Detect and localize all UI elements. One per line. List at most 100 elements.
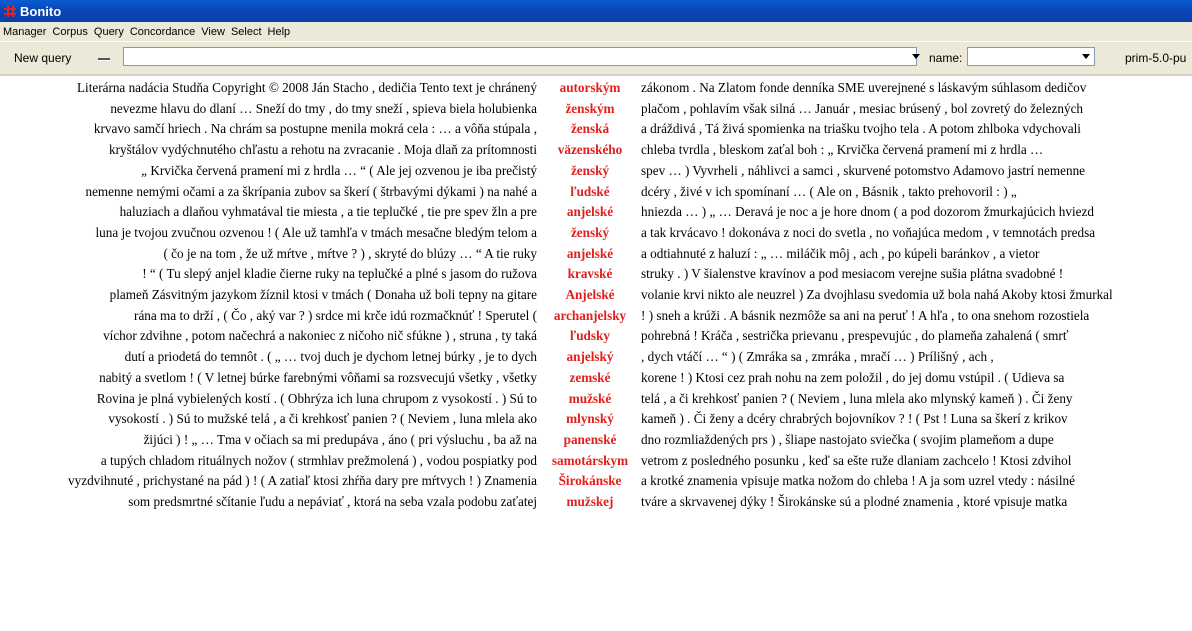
concordance-left-context: som predsmrtné sčítanie ľudu a nepáviať … <box>128 494 537 509</box>
concordance-row[interactable]: víchor zdvihne , potom načechrá a nakoni… <box>0 326 1192 346</box>
concordance-left-context: Rovina je plná vybielených kostí . ( Obh… <box>96 390 537 406</box>
concordance-row[interactable]: a tupých chladom rituálnych nožov ( strm… <box>0 451 1192 471</box>
concordance-left-context: vyzdvihnuté , prichystané na pád ) ! ( A… <box>68 473 537 489</box>
concordance-right-context: korene ! ) Ktosi cez prah nohu na zem po… <box>641 369 1065 385</box>
concordance-row[interactable]: ( čo je na tom , že už mŕtve , mŕtve ? )… <box>0 244 1192 264</box>
concordance-right-context: ! ) sneh a krúži . A básnik nezmôže sa a… <box>641 307 1090 323</box>
concordance-left-context: dutí a priodetá do temnôt . ( „ … tvoj d… <box>124 349 537 365</box>
concordance-keyword: panenské <box>563 431 617 447</box>
menu-help[interactable]: Help <box>265 26 294 38</box>
concordance-row[interactable]: Rovina je plná vybielených kostí . ( Obh… <box>0 389 1192 409</box>
concordance-right-context: struky . ) V šialenstve kravínov a pod m… <box>641 266 1064 282</box>
concordance-right-context: telá , a či krehkosť panien ? ( Neviem ,… <box>641 390 1073 406</box>
new-query-label: New query <box>14 51 72 65</box>
concordance-keyword: ženská <box>570 121 610 137</box>
concordance-right-context: plačom , pohlavím však silná … Január , … <box>641 100 1084 116</box>
concordance-left-context: luna je tvojou zvučnou ozvenou ! ( Ale u… <box>95 224 537 240</box>
concordance-left-context: vysokostí . ) Sú to mužské telá , a či k… <box>108 411 537 427</box>
concordance-left-context: „ Krvička červená pramení mi z hrdla … “… <box>141 162 537 178</box>
concordance-right-context: , dych vtáčí … “ ) ( Zmráka sa , zmráka … <box>641 349 994 365</box>
concordance-row[interactable]: „ Krvička červená pramení mi z hrdla … “… <box>0 161 1192 181</box>
concordance-left-context: haluziach a dlaňou vyhmatával tie miesta… <box>119 204 537 220</box>
concordance-left-context: nabitý a svetlom ! ( V letnej búrke fare… <box>99 369 537 385</box>
concordance-row[interactable]: ! “ ( Tu slepý anjel kladie čierne ruky … <box>0 264 1192 284</box>
concordance-keyword: väzenského <box>557 142 623 158</box>
concordance-row[interactable]: Literárna nadácia Studňa Copyright © 200… <box>0 78 1192 98</box>
menu-concordance[interactable]: Concordance <box>127 26 198 38</box>
menu-manager[interactable]: Manager <box>0 26 49 38</box>
concordance-right-context: kameň ) . Či ženy a dcéry chrabrých bojo… <box>641 411 1068 427</box>
concordance-row[interactable]: nabitý a svetlom ! ( V letnej búrke fare… <box>0 368 1192 388</box>
menu-query[interactable]: Query <box>91 26 127 38</box>
concordance-left-context: ! “ ( Tu slepý anjel kladie čierne ruky … <box>142 266 537 282</box>
concordance-row[interactable]: som predsmrtné sčítanie ľudu a nepáviať … <box>0 492 1192 512</box>
concordance-panel[interactable]: Literárna nadácia Studňa Copyright © 200… <box>0 78 1192 631</box>
new-query-option-button[interactable] <box>95 49 115 65</box>
concordance-right-context: pohrebná ! Kráča , sestrička prievanu , … <box>641 328 1069 344</box>
concordance-keyword: ľudské <box>570 183 610 199</box>
concordance-keyword: ľudsky <box>570 328 610 344</box>
concordance-keyword: Širokánske <box>558 473 622 489</box>
concordance-keyword: autorským <box>559 80 621 95</box>
concordance-left-context: ( čo je na tom , že už mŕtve , mŕtve ? )… <box>163 245 537 261</box>
concordance-right-context: hniezda … ) „ … Deravá je noc a je hore … <box>641 204 1094 220</box>
concordance-left-context: víchor zdvihne , potom načechrá a nakoni… <box>103 328 537 344</box>
menu-select[interactable]: Select <box>228 26 265 38</box>
concordance-left-context: Literárna nadácia Studňa Copyright © 200… <box>76 80 537 95</box>
concordance-keyword: ženským <box>565 100 615 116</box>
concordance-keyword: anjelský <box>566 349 614 365</box>
concordance-row[interactable]: haluziach a dlaňou vyhmatával tie miesta… <box>0 202 1192 222</box>
concordance-keyword: archanjelsky <box>553 307 627 323</box>
concordance-keyword: kravské <box>567 266 613 282</box>
concordance-row[interactable]: dutí a priodetá do temnôt . ( „ … tvoj d… <box>0 347 1192 367</box>
concordance-left-context: nemenne nemými očami a za škrípania zubo… <box>85 183 537 199</box>
concordance-row[interactable]: žijúci ) ! „ … Tma v očiach sa mi predup… <box>0 430 1192 450</box>
concordance-left-context: plameň Zásvitným jazykom žíznil ktosi v … <box>109 287 537 302</box>
concordance-right-context: spev … ) Vyvrheli , náhlivci a samci , s… <box>641 162 1086 178</box>
concordance-row[interactable]: kryštálov vydýchnutého chľastu a rehotu … <box>0 140 1192 160</box>
concordance-row[interactable]: nevezme hlavu do dlaní … Sneží do tmy , … <box>0 99 1192 119</box>
name-select[interactable] <box>967 47 1095 66</box>
concordance-right-context: volanie krvi nikto ale neuzrel ) Za dvoj… <box>641 287 1113 302</box>
concordance-left-context: a tupých chladom rituálnych nožov ( strm… <box>100 452 537 468</box>
concordance-row[interactable]: krvavo samčí hriech . Na chrám sa postup… <box>0 119 1192 139</box>
concordance-left-context: rána ma to drží , ( Čo , aký var ? ) srd… <box>134 307 537 323</box>
menu-view[interactable]: View <box>198 26 228 38</box>
concordance-right-context: tváre a skrvavenej dýky ! Širokánske sú … <box>641 494 1068 509</box>
concordance-left-context: žijúci ) ! „ … Tma v očiach sa mi predup… <box>143 431 537 447</box>
query-input[interactable] <box>123 47 917 66</box>
menu-corpus[interactable]: Corpus <box>49 26 90 38</box>
concordance-row[interactable]: vyzdvihnuté , prichystané na pád ) ! ( A… <box>0 471 1192 491</box>
concordance-right-context: dno rozmliaždených prs ) , šliape nastoj… <box>641 431 1054 447</box>
concordance-keyword: mužskej <box>566 494 614 509</box>
title-bar[interactable]: Bonito <box>0 0 1192 22</box>
concordance-keyword: anjelské <box>566 245 614 261</box>
query-toolbar: New query name: prim-5.0-pu <box>0 41 1192 75</box>
concordance-row[interactable]: luna je tvojou zvučnou ozvenou ! ( Ale u… <box>0 223 1192 243</box>
concordance-keyword: anjelské <box>566 204 614 220</box>
concordance-right-context: a dráždivá , Tá živá spomienka na triašk… <box>641 121 1081 137</box>
window-title: Bonito <box>20 3 62 19</box>
corpus-label: prim-5.0-pu <box>1125 51 1187 65</box>
name-dropdown-arrow-icon[interactable] <box>1082 54 1090 59</box>
concordance-keyword: ženský <box>570 224 610 240</box>
app-icon <box>4 5 16 17</box>
concordance-right-context: chleba tvrdla , bleskom zaťal boh : „ Kr… <box>641 142 1044 158</box>
concordance-keyword: ženský <box>570 162 610 178</box>
concordance-keyword: samotárskym <box>551 452 629 468</box>
concordance-right-context: a tak krvácavo ! dokonáva z noci do svet… <box>641 224 1096 240</box>
concordance-row[interactable]: vysokostí . ) Sú to mužské telá , a či k… <box>0 409 1192 429</box>
concordance-right-context: a odtiahnuté z haluzí : „ … miláčik môj … <box>641 245 1040 261</box>
query-dropdown-arrow-icon[interactable] <box>912 54 920 59</box>
concordance-left-context: krvavo samčí hriech . Na chrám sa postup… <box>93 121 537 137</box>
concordance-row[interactable]: nemenne nemými očami a za škrípania zubo… <box>0 182 1192 202</box>
concordance-right-context: a krotké znamenia vpisuje matka nožom do… <box>641 473 1075 489</box>
concordance-left-context: nevezme hlavu do dlaní … Sneží do tmy , … <box>110 100 537 116</box>
concordance-keyword: mužské <box>568 390 612 406</box>
concordance-right-context: dcéry , živé v ich spomínaní … ( Ale on … <box>641 183 1017 199</box>
concordance-row[interactable]: plameň Zásvitným jazykom žíznil ktosi v … <box>0 285 1192 305</box>
concordance-right-context: vetrom z posledného posunku , keď sa ešt… <box>641 452 1072 468</box>
name-label: name: <box>929 51 963 65</box>
concordance-row[interactable]: rána ma to drží , ( Čo , aký var ? ) srd… <box>0 306 1192 326</box>
concordance-keyword: zemské <box>569 369 611 385</box>
